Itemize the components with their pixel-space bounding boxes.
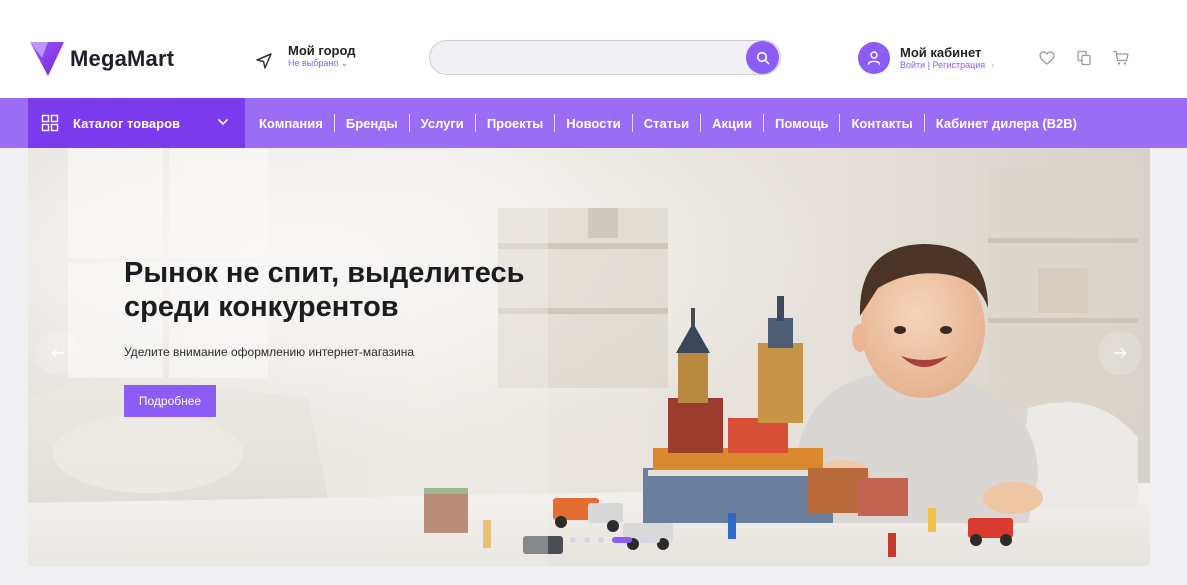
chevron-right-icon: ›: [991, 59, 995, 71]
nav-separator: [839, 114, 841, 132]
nav-item-news[interactable]: Новости: [566, 116, 621, 131]
slider-dot[interactable]: [654, 537, 660, 543]
slider-dot[interactable]: [598, 537, 604, 543]
nav-separator: [554, 114, 556, 132]
grid-icon: [41, 114, 59, 132]
heart-icon[interactable]: [1038, 49, 1056, 67]
nav-item-projects[interactable]: Проекты: [487, 116, 543, 131]
nav-separator: [474, 114, 476, 132]
nav-menu: Компания Бренды Услуги Проекты Новости С…: [259, 98, 1077, 148]
account-title: Мой кабинет: [900, 44, 982, 60]
slider-dot[interactable]: [640, 537, 646, 543]
site-header: MegaMart Мой город Не выбрано ⌄ Мой каби…: [0, 0, 1187, 98]
city-value: Не выбрано: [288, 58, 339, 68]
nav-item-dealer-cabinet[interactable]: Кабинет дилера (B2B): [936, 116, 1077, 131]
location-arrow-icon: [256, 53, 272, 69]
nav-separator: [631, 114, 633, 132]
slider-dot[interactable]: [584, 537, 590, 543]
catalog-label: Каталог товаров: [73, 115, 181, 131]
nav-separator: [762, 114, 764, 132]
slider-prev-button[interactable]: [36, 331, 80, 375]
hero-title-line-2: среди конкурентов: [124, 291, 399, 323]
nav-separator: [923, 114, 925, 132]
account-text: Мой кабинет Войти | Регистрация ›: [900, 44, 994, 71]
hero-title-line-1: Рынок не спит, выделитесь: [124, 257, 525, 289]
hero-subtitle: Уделите внимание оформлению интернет-маг…: [124, 345, 415, 359]
nav-item-services[interactable]: Услуги: [421, 116, 464, 131]
nav-item-brands[interactable]: Бренды: [346, 116, 398, 131]
logo-icon: [30, 42, 64, 76]
arrow-right-icon: [1114, 348, 1127, 358]
nav-item-articles[interactable]: Статьи: [644, 116, 689, 131]
compare-icon[interactable]: [1075, 49, 1093, 67]
nav-item-promotions[interactable]: Акции: [712, 116, 752, 131]
login-register-link[interactable]: Войти | Регистрация: [900, 60, 985, 71]
city-selector[interactable]: Мой город Не выбрано ⌄: [254, 43, 356, 71]
city-subtitle: Не выбрано ⌄: [288, 58, 356, 69]
account-subtitle: Войти | Регистрация ›: [900, 60, 994, 71]
nav-separator: [333, 114, 335, 132]
city-title: Мой город: [288, 43, 356, 58]
city-text: Мой город Не выбрано ⌄: [288, 43, 356, 69]
logo-text: MegaMart: [70, 46, 175, 71]
slider-dot[interactable]: [570, 537, 576, 543]
nav-item-help[interactable]: Помощь: [775, 116, 828, 131]
catalog-button[interactable]: Каталог товаров: [28, 98, 245, 148]
more-button[interactable]: Подробнее: [124, 385, 216, 417]
search-icon: [756, 51, 769, 64]
avatar: [858, 42, 890, 74]
chevron-down-icon: [217, 118, 229, 126]
slider-dot-active[interactable]: [612, 537, 632, 543]
search-box: [429, 40, 781, 75]
nav-item-company[interactable]: Компания: [259, 116, 323, 131]
hero-title: Рынок не спит, выделитесь среди конкурен…: [124, 256, 604, 324]
main-nav: Каталог товаров Компания Бренды Услуги П…: [0, 98, 1187, 148]
search-input[interactable]: [444, 48, 734, 68]
nav-item-contacts[interactable]: Контакты: [851, 116, 912, 131]
slider-dots: [566, 537, 664, 543]
nav-separator: [408, 114, 410, 132]
chevron-down-icon: ⌄: [340, 58, 349, 68]
account-link[interactable]: Мой кабинет Войти | Регистрация ›: [858, 42, 994, 74]
logo[interactable]: MegaMart: [28, 38, 174, 80]
cart-icon[interactable]: [1112, 49, 1130, 67]
page: MegaMart Мой город Не выбрано ⌄ Мой каби…: [0, 0, 1187, 585]
nav-separator: [700, 114, 702, 132]
hero-banner: Рынок не спит, выделитесь среди конкурен…: [28, 148, 1150, 566]
slider-next-button[interactable]: [1098, 331, 1142, 375]
search-button[interactable]: [746, 41, 779, 74]
user-icon: [867, 51, 881, 65]
arrow-left-icon: [51, 348, 64, 358]
